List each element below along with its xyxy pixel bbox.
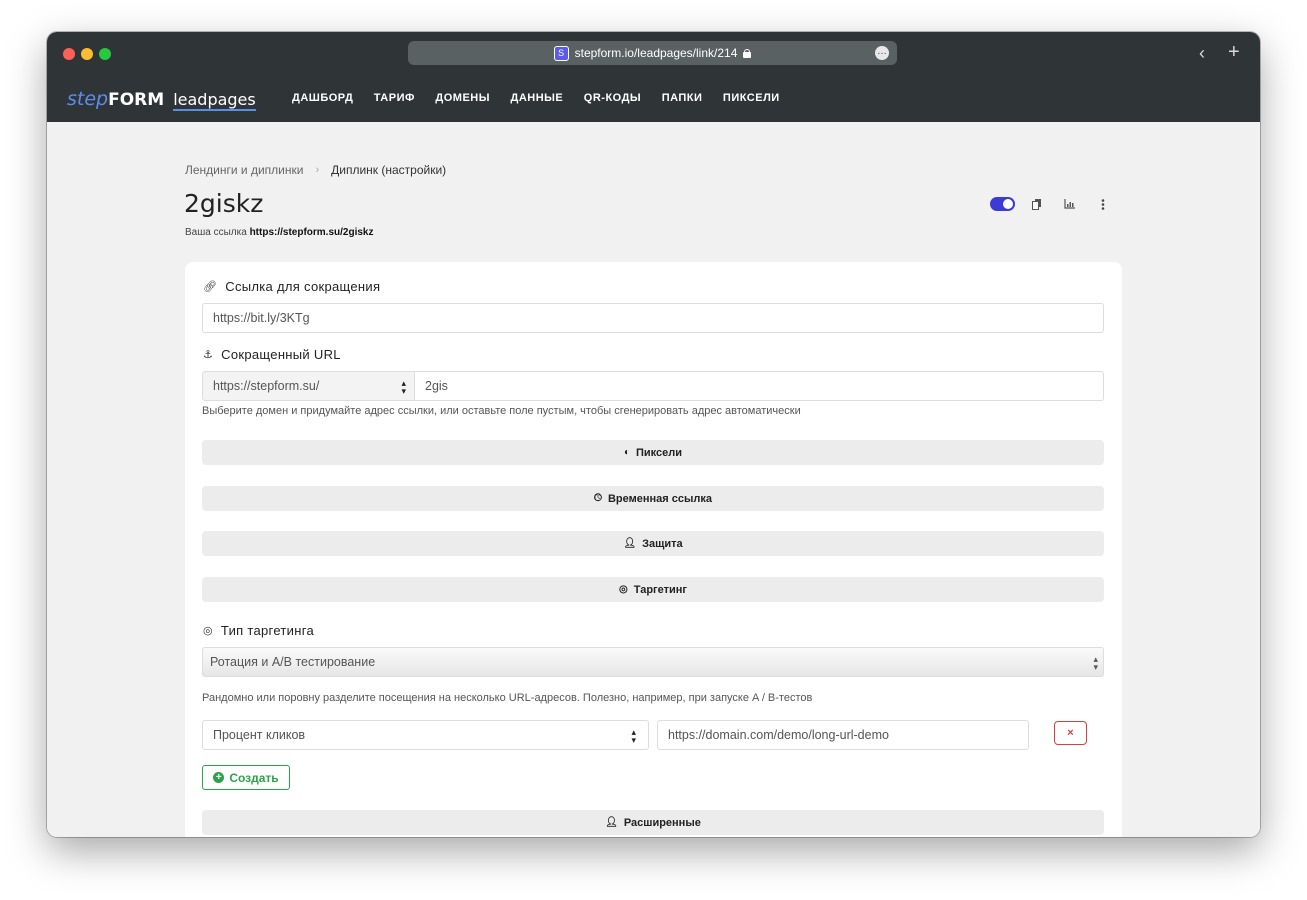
create-button[interactable]: + Создать [202,765,290,790]
create-button-label: Создать [229,770,279,785]
accordion-pixels[interactable]: ◐ Пиксели [202,440,1104,465]
site-favicon-icon: S [553,45,569,61]
menu-item-data[interactable]: ДАННЫЕ [511,92,564,104]
half-circle-icon: ◐ [623,447,631,458]
top-navbar: step FORM leadpages ДАШБОРД ТАРИФ ДОМЕНЫ… [47,75,1260,122]
your-link-label: Ваша ссылка [185,227,247,238]
breadcrumb-parent[interactable]: Лендинги и диплинки [185,163,303,177]
logo-step-text: step [67,88,109,110]
menu-item-qr-codes[interactable]: QR-КОДЫ [584,92,641,104]
target-url-value: https://domain.com/demo/long-url-demo [668,728,889,742]
short-url-help: Выберите домен и придумайте адрес ссылки… [202,405,801,417]
plus-circle-icon: + [213,772,225,783]
accordion-pixels-label: Пиксели [636,446,683,459]
breadcrumb-current: Диплинк (настройки) [331,163,447,177]
select-updown-icon: ▴ ▾ [1093,654,1098,672]
shorten-url-value: https://bit.ly/3KTg [213,311,310,325]
accordion-protection-label: Защита [642,537,683,550]
alias-value: 2gis [425,379,448,393]
short-url-label: ⚓︎ Сокращенный URL [203,347,341,362]
domain-select-value: https://stepform.su/ [213,379,320,393]
alias-input[interactable]: 2gis [414,371,1104,401]
toggle-knob [1003,199,1013,209]
breadcrumb-separator-icon: › [315,164,320,176]
number-stepper-icon[interactable]: ▴ ▾ [631,728,636,745]
minimize-window-button[interactable] [81,48,93,60]
anchor-icon: ⚓︎ [203,349,214,361]
close-window-button[interactable] [63,48,75,60]
short-url-label-text: Сокращенный URL [221,347,341,362]
back-chevron-icon[interactable]: ‹ [1199,44,1205,62]
click-percent-input[interactable]: Процент кликов ▴ ▾ [202,720,649,750]
targeting-type-label-text: Тип таргетинга [220,623,314,638]
logo-form-text: FORM [108,90,165,110]
menu-item-dashboard[interactable]: ДАШБОРД [292,92,353,104]
user-icon: 👤︎ [605,817,618,828]
targeting-type-value: Ротация и A/B тестирование [210,655,376,669]
domain-select[interactable]: https://stepform.su/ ▴ ▾ [202,371,415,401]
menu-item-pixels[interactable]: ПИКСЕЛИ [723,92,780,104]
your-link: Ваша ссылка https://stepform.su/2giskz [185,227,373,238]
menu-item-domains[interactable]: ДОМЕНЫ [435,92,490,104]
address-url: stepform.io/leadpages/link/214 [574,46,738,60]
new-tab-plus-icon[interactable]: + [1228,42,1240,62]
accordion-targeting-label: Таргетинг [633,583,687,596]
your-link-url[interactable]: https://stepform.su/2giskz [250,227,374,238]
more-vertical-icon[interactable] [1101,199,1105,210]
address-bar[interactable]: S stepform.io/leadpages/link/214 … [408,41,897,65]
menu-item-folders[interactable]: ПАПКИ [662,92,703,104]
page-title: 2giskz [184,189,264,218]
lock-icon [743,48,752,58]
link-enabled-toggle[interactable] [990,197,1015,211]
page-content: Лендинги и диплинки › Диплинк (настройки… [47,122,1260,837]
stepform-logo[interactable]: step FORM leadpages [67,88,256,111]
main-menu: ДАШБОРД ТАРИФ ДОМЕНЫ ДАННЫЕ QR-КОДЫ ПАПК… [292,92,800,104]
targeting-type-select[interactable]: Ротация и A/B тестирование ▴ ▾ [202,647,1104,677]
target-icon: ◎ [203,625,213,637]
copy-icon[interactable] [1032,199,1042,210]
maximize-window-button[interactable] [99,48,111,60]
browser-window: S stepform.io/leadpages/link/214 … ‹ + s… [47,32,1260,837]
more-options-icon[interactable]: … [875,46,889,60]
remove-rule-button[interactable]: × [1054,721,1087,745]
accordion-temporary-link[interactable]: 🕓︎ Временная ссылка [202,486,1104,511]
menu-item-tariff[interactable]: ТАРИФ [374,92,415,104]
accordion-targeting[interactable]: ◎ Таргетинг [202,577,1104,602]
statistics-chart-icon[interactable] [1064,199,1075,209]
select-updown-icon: ▴ ▾ [401,378,406,396]
user-lock-icon: 👤︎ [623,538,637,549]
accordion-protection[interactable]: 👤︎ Защита [202,531,1104,556]
shorten-link-label: 🔗︎ Ссылка для сокращения [203,279,380,294]
breadcrumb: Лендинги и диплинки › Диплинк (настройки… [185,163,446,177]
link-icon: 🔗︎ [203,281,218,293]
logo-leadpages-text: leadpages [173,90,256,111]
accordion-temporary-label: Временная ссылка [607,492,712,505]
shorten-url-input[interactable]: https://bit.ly/3KTg [202,303,1104,333]
target-icon: ◎ [619,584,628,595]
shorten-link-label-text: Ссылка для сокращения [225,279,381,294]
targeting-type-label: ◎ Тип таргетинга [203,623,314,638]
settings-card: 🔗︎ Ссылка для сокращения https://bit.ly/… [185,262,1122,837]
accordion-advanced-label: Расширенные [623,816,701,829]
targeting-help: Рандомно или поровну разделите посещения… [202,692,813,704]
click-percent-placeholder: Процент кликов [213,728,306,742]
target-url-input[interactable]: https://domain.com/demo/long-url-demo [657,720,1029,750]
accordion-advanced[interactable]: 👤︎ Расширенные [202,810,1104,835]
browser-titlebar: S stepform.io/leadpages/link/214 … ‹ + [47,32,1260,75]
clock-icon: 🕓︎ [594,493,602,504]
